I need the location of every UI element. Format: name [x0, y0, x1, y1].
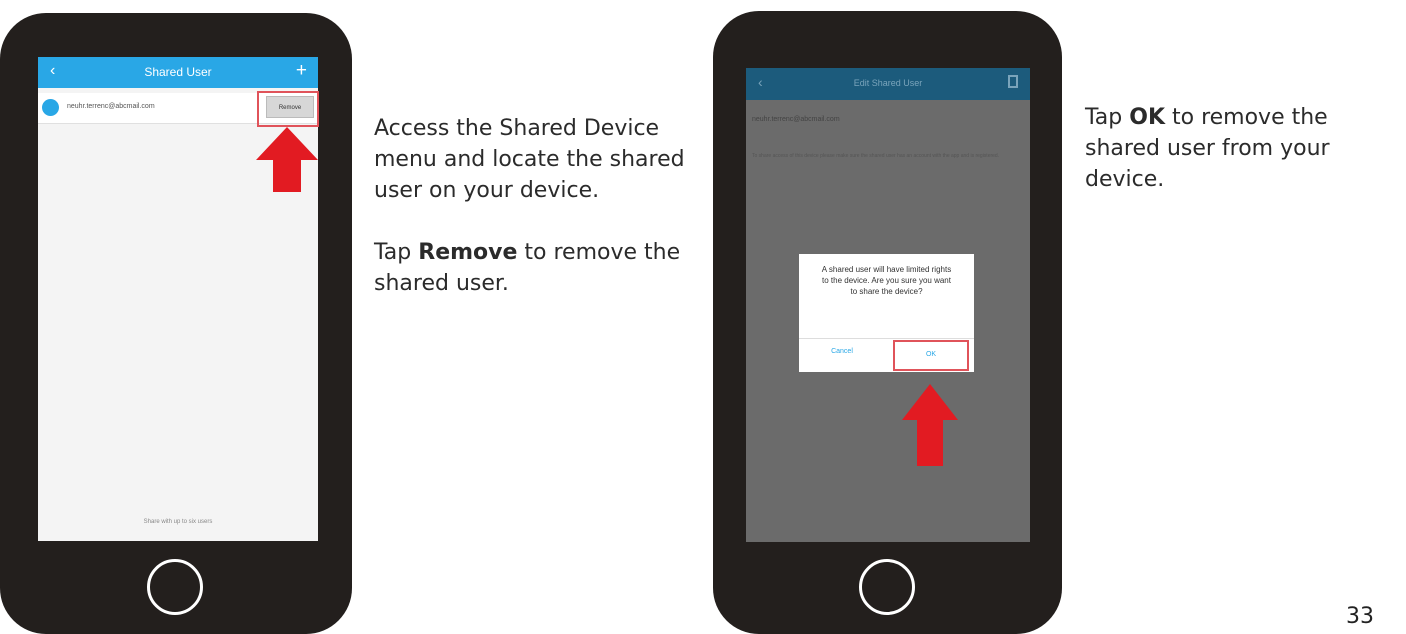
share-note: To share access of this device please ma… [752, 153, 1000, 159]
home-button[interactable] [147, 559, 203, 615]
page-number: 33 [1346, 604, 1374, 629]
avatar [42, 99, 59, 116]
dialog-message: A shared user will have limited rights t… [821, 265, 952, 296]
dialog-divider [799, 338, 974, 339]
app-header: ‹ Edit Shared User [746, 68, 1030, 100]
instruction-text-right: Tap OK to remove the shared user from yo… [1085, 105, 1330, 192]
home-button[interactable] [859, 559, 915, 615]
instruction-text-left: Access the Shared Device menu and locate… [374, 113, 704, 299]
cancel-button[interactable]: Cancel [817, 348, 867, 355]
delete-icon[interactable] [1008, 75, 1018, 88]
page-title: Edit Shared User [853, 78, 923, 88]
share-limit-note: Share with up to six users [143, 519, 213, 525]
user-email: neuhr.terrenc@abcmail.com [752, 116, 840, 123]
remove-highlight-box [257, 91, 319, 127]
app-header: ‹ Shared User + [38, 57, 318, 88]
user-email: neuhr.terrenc@abcmail.com [67, 103, 155, 110]
ok-highlight-box [893, 340, 969, 371]
instruction-remove: Tap Remove to remove the shared user. [374, 240, 681, 296]
page-title: Shared User [144, 65, 212, 79]
up-arrow-icon [902, 384, 958, 466]
instruction-locate: Access the Shared Device menu and locate… [374, 116, 685, 203]
up-arrow-icon [256, 127, 318, 192]
add-user-icon[interactable]: + [296, 60, 307, 82]
